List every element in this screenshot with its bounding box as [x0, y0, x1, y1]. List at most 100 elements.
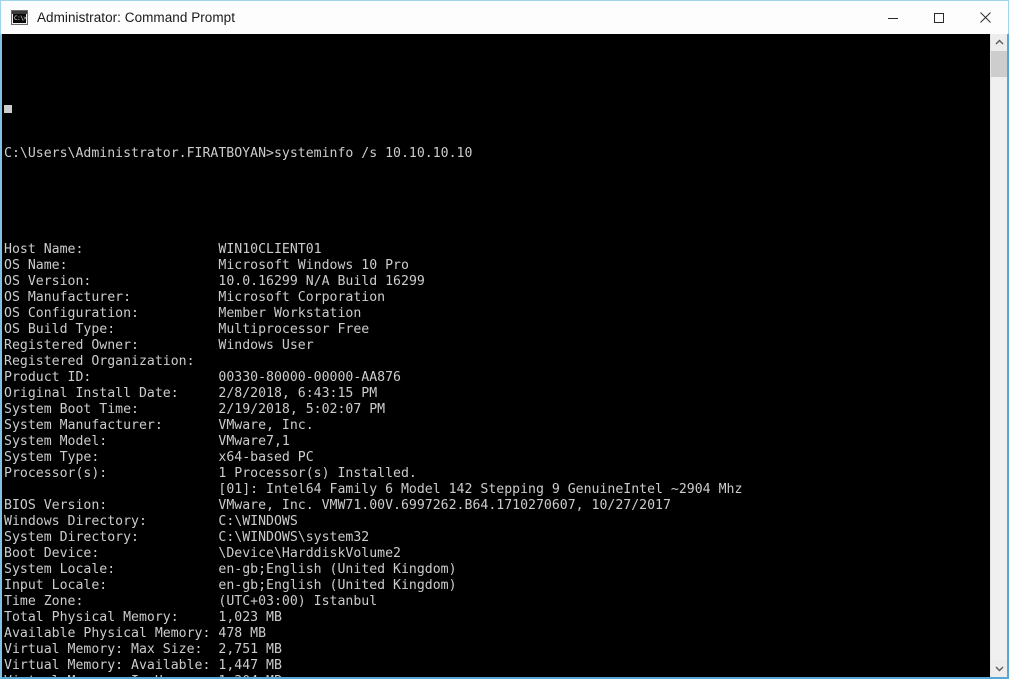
close-icon — [979, 12, 991, 23]
console-row-padding — [83, 594, 218, 609]
chevron-up-icon — [995, 39, 1003, 45]
console-row-label: System Boot Time: — [4, 402, 139, 417]
console-row-padding — [107, 578, 218, 593]
console-window-icon: C:\> — [11, 10, 28, 25]
console-row: OS Configuration: Member Workstation — [4, 306, 990, 322]
console-row-value: [01]: Intel64 Family 6 Model 142 Steppin… — [218, 482, 743, 497]
vertical-scrollbar[interactable] — [990, 34, 1007, 677]
console-row-padding — [83, 242, 218, 257]
console-row-label: Available Physical Memory: — [4, 626, 211, 641]
console-row-padding — [131, 290, 218, 305]
console-row: Registered Owner: Windows User — [4, 338, 990, 354]
scrollbar-down-button[interactable] — [991, 660, 1007, 677]
console-output-area[interactable]: C:\Users\Administrator.FIRATBOYAN>system… — [2, 34, 990, 677]
console-row: Registered Organization: — [4, 354, 990, 370]
console-row-padding — [195, 354, 219, 369]
console-cursor-line — [4, 104, 990, 114]
console-row-padding — [187, 674, 219, 677]
window-titlebar[interactable]: C:\> Administrator: Command Prompt — [0, 0, 1009, 34]
console-row-label: System Directory: — [4, 530, 139, 545]
console-row-value: 1,447 MB — [218, 658, 282, 673]
window-controls — [870, 1, 1008, 34]
console-row-padding — [99, 546, 218, 561]
console-row-label: Time Zone: — [4, 594, 84, 609]
console-row-padding — [163, 418, 219, 433]
console-row-label: Input Locale: — [4, 578, 108, 593]
console-row-padding — [115, 322, 218, 337]
text-cursor — [4, 105, 12, 113]
console-row-value: Multiprocessor Free — [218, 322, 370, 337]
console-row-padding — [179, 610, 219, 625]
console-row: Virtual Memory: Max Size: 2,751 MB — [4, 642, 990, 658]
console-row: OS Build Type: Multiprocessor Free — [4, 322, 990, 338]
console-row-padding — [107, 434, 218, 449]
maximize-button[interactable] — [916, 1, 962, 34]
console-row-padding — [210, 658, 218, 673]
console-row: Windows Directory: C:\WINDOWS — [4, 514, 990, 530]
scrollbar-thumb[interactable] — [991, 51, 1007, 77]
console-row-value: 1,304 MB — [218, 674, 282, 677]
console-row: Total Physical Memory: 1,023 MB — [4, 610, 990, 626]
console-row-padding — [179, 386, 219, 401]
minimize-icon — [888, 17, 898, 19]
console-row-label: OS Manufacturer: — [4, 290, 132, 305]
command-prompt-window: C:\> Administrator: Command Prompt C:\Us… — [0, 0, 1009, 679]
console-row-value: VMware7,1 — [218, 434, 290, 449]
console-row-padding — [139, 306, 218, 321]
console-row-label: Registered Organization: — [4, 354, 195, 369]
console-row: OS Name: Microsoft Windows 10 Pro — [4, 258, 990, 274]
maximize-icon — [934, 12, 944, 23]
window-title: Administrator: Command Prompt — [37, 9, 236, 25]
console-row-label: OS Build Type: — [4, 322, 116, 337]
console-row-padding — [99, 450, 218, 465]
console-row: Original Install Date: 2/8/2018, 6:43:15… — [4, 386, 990, 402]
console-row-padding — [107, 498, 218, 513]
console-row-padding — [203, 642, 219, 657]
console-row-label: Product ID: — [4, 370, 92, 385]
chevron-down-icon — [995, 666, 1003, 672]
console-row-padding — [139, 402, 218, 417]
console-row-value: C:\WINDOWS\system32 — [218, 530, 370, 545]
console-row-label: Total Physical Memory: — [4, 610, 179, 625]
systeminfo-rows: Host Name: WIN10CLIENT01 OS Name: Microso… — [4, 242, 990, 677]
console-row: [01]: Intel64 Family 6 Model 142 Steppin… — [4, 482, 990, 498]
console-row-label: OS Configuration: — [4, 306, 139, 321]
console-row-label: Original Install Date: — [4, 386, 179, 401]
console-row: Time Zone: (UTC+03:00) Istanbul — [4, 594, 990, 610]
console-row: BIOS Version: VMware, Inc. VMW71.00V.699… — [4, 498, 990, 514]
console-row-value: en-gb;English (United Kingdom) — [218, 562, 457, 577]
close-button[interactable] — [962, 1, 1008, 34]
console-row-value: \Device\HarddiskVolume2 — [218, 546, 401, 561]
console-row-value: 2/8/2018, 6:43:15 PM — [218, 386, 378, 401]
console-row-padding — [139, 530, 218, 545]
console-row-value: 1,023 MB — [218, 610, 282, 625]
console-row: Virtual Memory: In Use: 1,304 MB — [4, 674, 990, 677]
console-row-label: Virtual Memory: Available: — [4, 658, 211, 673]
console-row: OS Manufacturer: Microsoft Corporation — [4, 290, 990, 306]
console-row-label: System Type: — [4, 450, 100, 465]
console-row-padding — [4, 482, 218, 497]
console-row: Product ID: 00330-80000-00000-AA876 — [4, 370, 990, 386]
console-row-padding — [68, 258, 219, 273]
console-row-label: Host Name: — [4, 242, 84, 257]
console-row-label: OS Name: — [4, 258, 68, 273]
console-row-label: OS Version: — [4, 274, 92, 289]
scrollbar-track[interactable] — [991, 51, 1007, 660]
console-row-value: 2/19/2018, 5:02:07 PM — [218, 402, 386, 417]
console-row-padding — [147, 514, 218, 529]
console-row-padding — [115, 562, 218, 577]
console-row-label: Virtual Memory: In Use: — [4, 674, 187, 677]
console-row-label: System Model: — [4, 434, 108, 449]
console-row-value: VMware, Inc. VMW71.00V.6997262.B64.17102… — [218, 498, 671, 513]
scrollbar-up-button[interactable] — [991, 34, 1007, 51]
console-row-padding — [139, 338, 218, 353]
console-row-value: x64-based PC — [218, 450, 314, 465]
console-row-label: BIOS Version: — [4, 498, 108, 513]
console-row: Host Name: WIN10CLIENT01 — [4, 242, 990, 258]
console-row: OS Version: 10.0.16299 N/A Build 16299 — [4, 274, 990, 290]
console-row-value: Windows User — [218, 338, 314, 353]
console-row-value: 1 Processor(s) Installed. — [218, 466, 417, 481]
console-row-value: C:\WINDOWS — [218, 514, 298, 529]
minimize-button[interactable] — [870, 1, 916, 34]
console-row-label: System Manufacturer: — [4, 418, 163, 433]
